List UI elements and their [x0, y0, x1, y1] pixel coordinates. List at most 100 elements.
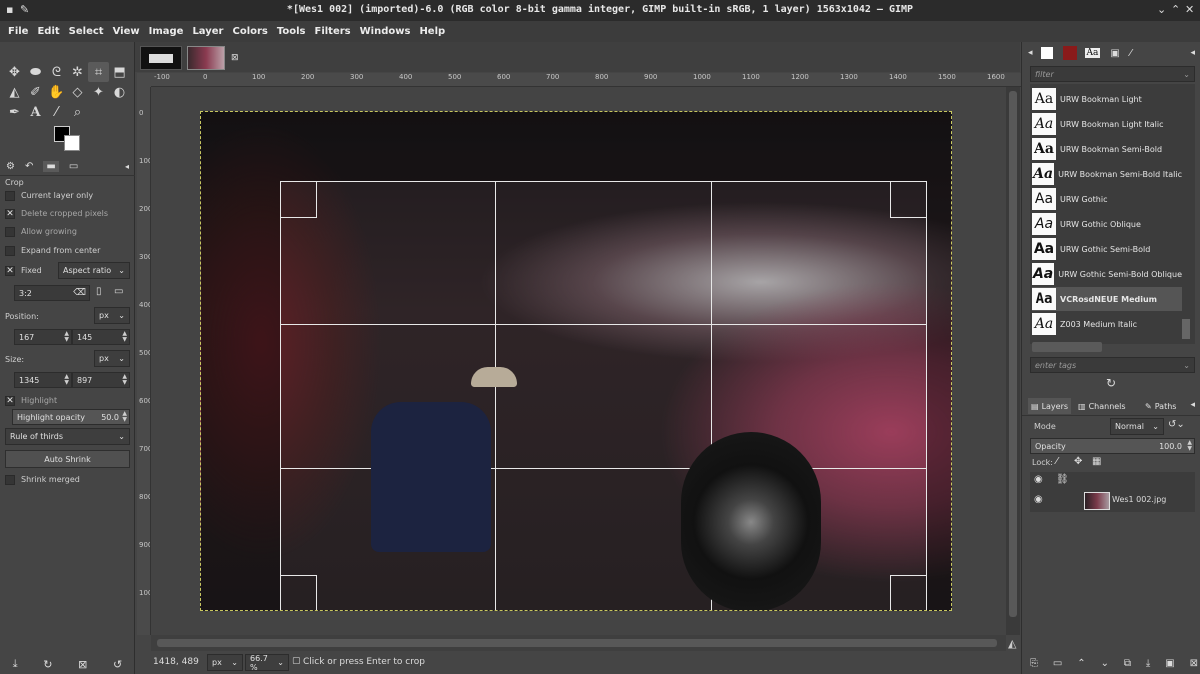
navigate-icon[interactable]: ◭ — [1008, 637, 1016, 650]
paintbrush-icon[interactable]: ✐ — [25, 82, 46, 102]
delete-options-icon[interactable]: ⊠ — [78, 658, 87, 671]
unit-dropdown[interactable]: px ⌄ — [207, 654, 243, 671]
horizontal-ruler[interactable]: -100 0 100 200 300 400 500 600 700 800 9… — [151, 73, 1021, 87]
crop-tool-icon[interactable]: ⌗ — [88, 62, 109, 82]
crop-handle-top-left[interactable] — [280, 181, 317, 218]
font-list-item[interactable]: Aa URW Bookman Light Italic — [1032, 112, 1182, 136]
ellipse-select-icon[interactable]: ⬬ — [25, 62, 46, 82]
visibility-eye-icon[interactable]: ◉ — [1034, 494, 1043, 505]
image-tab-active-thumbnail[interactable] — [187, 46, 225, 70]
chain-link-icon[interactable]: ⛓ — [1056, 474, 1069, 485]
dodge-icon[interactable]: ◐ — [109, 82, 130, 102]
size-width-input[interactable]: 1345 ▲ ▼ — [14, 372, 72, 388]
mask-layer-icon[interactable]: ▣ — [1165, 658, 1174, 669]
new-layer-icon[interactable]: ⎘ — [1030, 658, 1038, 669]
menu-select[interactable]: Select — [69, 26, 104, 37]
transform-icon[interactable]: ⬒ — [109, 62, 130, 82]
shrink-merged-option[interactable]: Shrink merged — [5, 471, 129, 488]
zoom-dropdown[interactable]: 66.7 % ⌄ — [245, 654, 289, 672]
spin-arrows-icon[interactable]: ▲ ▼ — [64, 331, 69, 343]
brushes-tab-icon[interactable] — [1040, 47, 1053, 59]
undo-history-tab-icon[interactable]: ↶ — [25, 161, 33, 172]
minimize-icon[interactable]: ⌄ — [1157, 3, 1166, 16]
clear-icon[interactable]: ⌫ — [73, 288, 86, 298]
layer-row[interactable]: ◉ Wes1 002.jpg — [1030, 490, 1195, 512]
allow-growing-checkbox[interactable] — [5, 226, 15, 237]
expand-center-option[interactable]: Expand from center — [5, 242, 129, 259]
menu-help[interactable]: Help — [419, 26, 445, 37]
lock-pixels-icon[interactable]: ⁄ — [1056, 456, 1058, 467]
patterns-tab-icon[interactable] — [1062, 46, 1077, 60]
landscape-icon[interactable]: ▭ — [114, 286, 123, 297]
dock-panel-menu-icon[interactable]: ◂ — [1190, 48, 1195, 58]
spin-arrows-icon[interactable]: ▲ ▼ — [64, 374, 69, 386]
shrink-merged-checkbox[interactable] — [5, 474, 15, 485]
paths-tool-icon[interactable]: ✒ — [4, 102, 25, 122]
position-x-input[interactable]: 167 ▲ ▼ — [14, 329, 72, 345]
document-history-tab-icon[interactable]: ▣ — [1110, 48, 1119, 59]
menu-view[interactable]: View — [113, 26, 140, 37]
menu-tools[interactable]: Tools — [277, 26, 306, 37]
spin-arrows-icon[interactable]: ▲ ▼ — [122, 331, 127, 343]
clone-icon[interactable]: ✋ — [46, 82, 67, 102]
refresh-fonts-icon[interactable]: ↻ — [1106, 376, 1116, 390]
layer-group-row[interactable]: ◉ ⛓ — [1030, 472, 1195, 490]
vertical-ruler[interactable]: 0 100 200 300 400 500 600 700 800 900 10… — [137, 87, 151, 635]
image-tab-thumbnail[interactable] — [140, 46, 182, 70]
bucket-fill-icon[interactable]: ◭ — [4, 82, 25, 102]
switch-mode-icon[interactable]: ↺⌄ — [1168, 419, 1185, 430]
highlight-option[interactable]: ✕ Highlight — [5, 392, 129, 409]
merge-layer-icon[interactable]: ⤓ — [1146, 658, 1150, 669]
font-list-item[interactable]: Aa URW Bookman Semi-Bold — [1032, 137, 1182, 161]
font-list-scrollbar[interactable] — [1182, 319, 1190, 339]
tab-paths[interactable]: ✎ Paths — [1145, 398, 1176, 414]
zoom-tool-icon[interactable]: ⌕ — [67, 102, 88, 122]
smudge-icon[interactable]: ✦ — [88, 82, 109, 102]
spin-arrows-icon[interactable]: ▲ ▼ — [122, 374, 127, 386]
font-filter-input[interactable]: filter ⌄ — [1030, 66, 1195, 82]
highlight-checkbox[interactable]: ✕ — [5, 395, 15, 406]
image-canvas[interactable] — [151, 87, 1006, 635]
spin-arrows-icon[interactable]: ▲ ▼ — [1187, 440, 1192, 452]
restore-options-icon[interactable]: ↻ — [43, 658, 52, 671]
portrait-icon[interactable]: ▯ — [96, 286, 102, 297]
images-tab-icon[interactable]: ▭ — [69, 161, 78, 172]
size-height-input[interactable]: 897 ▲ ▼ — [72, 372, 130, 388]
ratio-input[interactable]: 3:2 ⌫ — [14, 285, 90, 301]
tab-channels[interactable]: ▥ Channels — [1078, 398, 1126, 414]
fixed-checkbox[interactable]: ✕ — [5, 265, 15, 276]
background-color-swatch[interactable] — [64, 135, 80, 151]
crop-handle-bottom-left[interactable] — [280, 575, 317, 610]
allow-growing-option[interactable]: Allow growing — [5, 223, 129, 240]
lock-alpha-icon[interactable]: ▦ — [1092, 456, 1101, 467]
photo-image[interactable] — [200, 111, 952, 611]
spin-arrows-icon[interactable]: ▲ ▼ — [122, 411, 127, 423]
tags-input[interactable]: enter tags ⌄ — [1030, 357, 1195, 373]
close-tab-icon[interactable]: ⊠ — [231, 53, 239, 63]
menu-windows[interactable]: Windows — [360, 26, 411, 37]
brush-editor-tab-icon[interactable]: ⁄ — [1130, 48, 1132, 59]
vertical-scrollbar[interactable] — [1006, 87, 1020, 635]
maximize-icon[interactable]: ⌃ — [1171, 3, 1180, 16]
raise-layer-icon[interactable]: ⌃ — [1077, 658, 1085, 669]
layer-opacity-slider[interactable]: Opacity 100.0 ▲ ▼ — [1030, 438, 1195, 454]
menu-filters[interactable]: Filters — [315, 26, 351, 37]
current-layer-only-checkbox[interactable] — [5, 190, 15, 201]
horizontal-scrollbar[interactable] — [151, 635, 1006, 651]
text-tool-icon[interactable]: A — [25, 102, 46, 122]
lasso-icon[interactable]: ᘓ — [46, 62, 67, 82]
current-layer-only-option[interactable]: Current layer only — [5, 187, 129, 204]
auto-shrink-button[interactable]: Auto Shrink — [5, 450, 130, 468]
panel-menu-icon[interactable]: ◂ — [125, 162, 129, 171]
tool-options-tab-icon[interactable]: ⚙ — [6, 161, 15, 172]
close-icon[interactable]: ✕ — [1185, 3, 1194, 16]
layer-mode-dropdown[interactable]: Normal ⌄ — [1110, 418, 1164, 435]
expand-center-checkbox[interactable] — [5, 245, 15, 256]
position-y-input[interactable]: 145 ▲ ▼ — [72, 329, 130, 345]
delete-cropped-option[interactable]: ✕ Delete cropped pixels — [5, 205, 129, 222]
guides-dropdown[interactable]: Rule of thirds ⌄ — [5, 428, 130, 445]
font-list-hscrollbar[interactable] — [1032, 342, 1102, 352]
dock-menu-icon[interactable]: ◂ — [1028, 48, 1033, 58]
font-list-item[interactable]: Aa URW Gothic — [1032, 187, 1182, 211]
fonts-tab-icon[interactable]: Aa — [1084, 48, 1101, 58]
